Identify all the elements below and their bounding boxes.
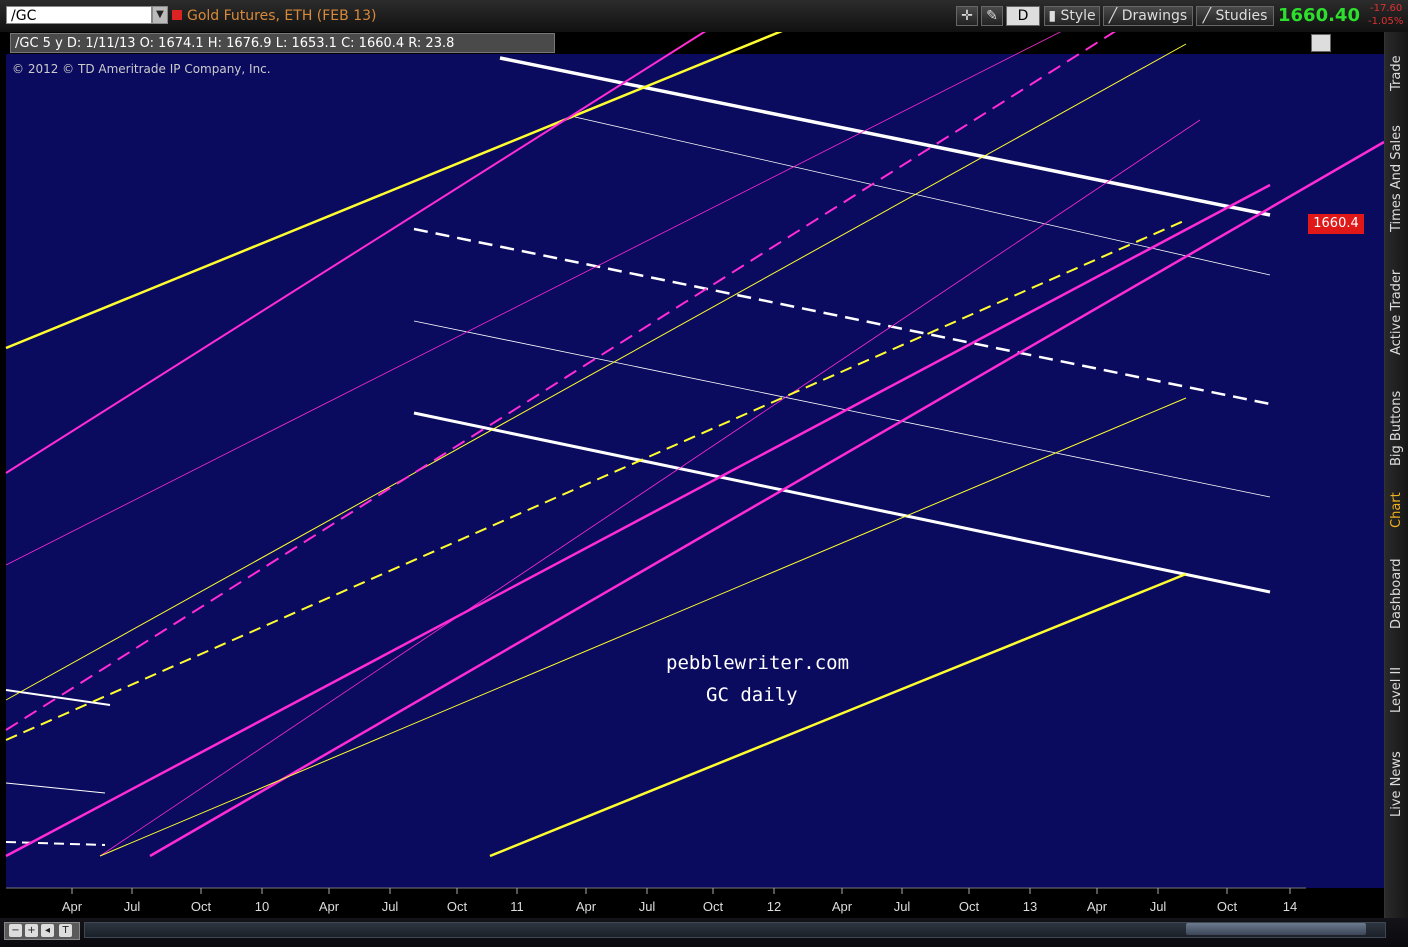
studies-icon: ╱ [1202, 8, 1216, 24]
time-axis-label: 11 [510, 899, 524, 914]
zoom-controls: − + ◂ T [4, 922, 80, 940]
time-axis-label: Jul [382, 899, 399, 914]
tab-active-trader[interactable]: Active Trader [1385, 252, 1408, 372]
studies-button[interactable]: ╱ Studies [1196, 6, 1274, 26]
current-price-tag: 1660.4 [1308, 214, 1364, 234]
flag-icon [172, 10, 182, 20]
time-axis-label: Jul [124, 899, 141, 914]
drawings-label: Drawings [1121, 8, 1188, 24]
time-axis-label: 12 [767, 899, 781, 914]
time-axis-label: Oct [447, 899, 468, 914]
time-axis-label: Oct [1217, 899, 1238, 914]
time-axis-label: Oct [703, 899, 724, 914]
zoom-out-icon[interactable]: − [9, 924, 22, 937]
time-axis-label: Apr [319, 899, 340, 914]
price-chart[interactable]: 0.0%$1923.714.6%$1742.323.6%$1630.438.2%… [0, 32, 1384, 918]
time-axis-label: Apr [1087, 899, 1108, 914]
time-axis-label: 10 [255, 899, 269, 914]
time-axis-label: Jul [894, 899, 911, 914]
copyright-text: © 2012 © TD Ameritrade IP Company, Inc. [12, 62, 271, 76]
time-axis-label: Oct [959, 899, 980, 914]
time-axis-label: Jul [1150, 899, 1167, 914]
net-change: -17.60 [1370, 3, 1403, 14]
watermark-caption: GC daily [706, 684, 798, 706]
time-axis-label: Apr [62, 899, 83, 914]
studies-label: Studies [1215, 8, 1268, 24]
aggregation-button[interactable]: D [1006, 6, 1040, 26]
time-axis-label: Apr [576, 899, 597, 914]
chart-settings-icon[interactable] [1311, 34, 1331, 52]
time-axis-label: 14 [1283, 899, 1297, 914]
tab-live-news[interactable]: Live News [1385, 736, 1408, 832]
style-button[interactable]: ▮ Style [1044, 6, 1100, 26]
symbol-dropdown-button[interactable]: ▼ [152, 6, 168, 24]
percent-change: -1.05% [1368, 16, 1404, 27]
pan-icon[interactable]: ◂ [41, 924, 54, 937]
scrollbar-thumb[interactable] [1186, 923, 1366, 935]
drawings-button[interactable]: ╱ Drawings [1103, 6, 1193, 26]
tab-dashboard[interactable]: Dashboard [1385, 544, 1408, 644]
pencil-icon[interactable]: ✎ [981, 6, 1003, 26]
time-axis-label: Apr [832, 899, 853, 914]
time-axis-label: Oct [191, 899, 212, 914]
instrument-title: Gold Futures, ETH (FEB 13) [187, 8, 377, 24]
style-label: Style [1060, 8, 1096, 24]
text-tool-icon[interactable]: T [59, 924, 72, 937]
tab-level-ii[interactable]: Level II [1385, 650, 1408, 730]
tab-chart[interactable]: Chart [1385, 482, 1408, 538]
zoom-in-icon[interactable]: + [25, 924, 38, 937]
right-sidebar: Trade Times And Sales Active Trader Big … [1384, 32, 1408, 932]
tab-times-and-sales[interactable]: Times And Sales [1385, 114, 1408, 244]
tab-trade[interactable]: Trade [1385, 38, 1408, 108]
tab-big-buttons[interactable]: Big Buttons [1385, 378, 1408, 478]
time-axis-label: Jul [639, 899, 656, 914]
crosshair-icon[interactable]: ✛ [956, 6, 978, 26]
symbol-input[interactable]: /GC [6, 6, 152, 24]
last-price: 1660.40 [1278, 5, 1360, 26]
chart-toolbar: /GC ▼ Gold Futures, ETH (FEB 13) ✛ ✎ D ▮… [0, 0, 1408, 33]
bar-info: /GC 5 y D: 1/11/13 O: 1674.1 H: 1676.9 L… [10, 33, 555, 53]
time-axis-label: 13 [1023, 899, 1037, 914]
drawings-icon: ╱ [1108, 8, 1122, 24]
watermark-site: pebblewriter.com [666, 652, 850, 674]
style-icon: ▮ [1048, 8, 1061, 24]
